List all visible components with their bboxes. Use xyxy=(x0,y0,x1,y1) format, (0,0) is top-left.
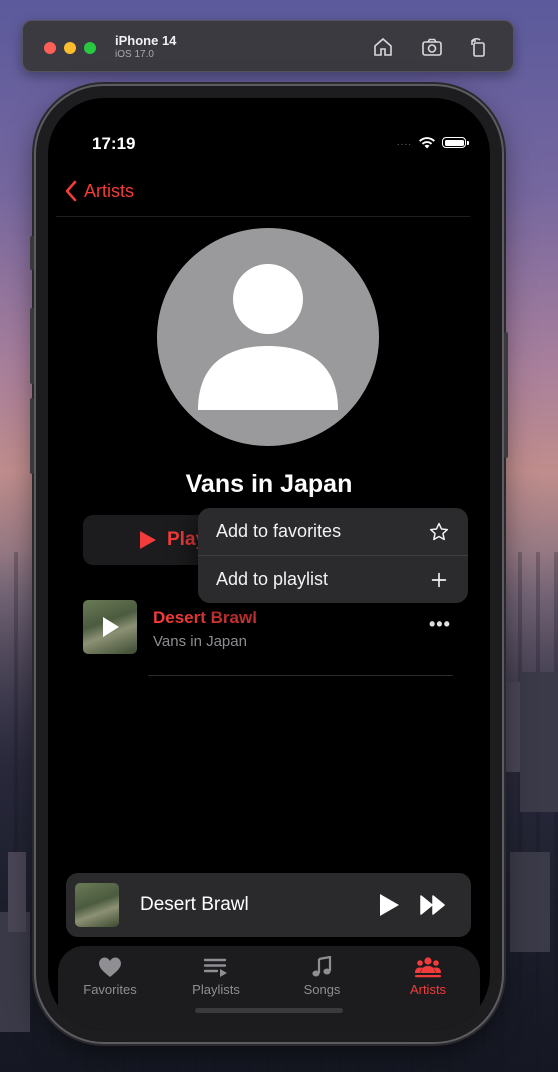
menu-item-label: Add to playlist xyxy=(216,569,329,589)
person-icon xyxy=(198,264,338,410)
device-name: iPhone 14 xyxy=(115,33,177,48)
track-title: Desert Brawl xyxy=(153,608,257,627)
home-icon[interactable] xyxy=(371,35,395,59)
tab-label: Artists xyxy=(409,982,447,997)
list-divider xyxy=(148,675,453,676)
phone-screen: 17:19 .... Artists Vans in Japan Play De… xyxy=(48,98,490,1030)
status-icons: .... xyxy=(396,136,469,149)
menu-item-label: Add to favorites xyxy=(216,521,342,541)
volume-down-button xyxy=(30,398,34,474)
battery-icon xyxy=(442,137,469,148)
tab-favorites[interactable]: Favorites xyxy=(65,956,155,997)
mini-player[interactable]: Desert Brawl xyxy=(66,873,471,937)
silent-switch xyxy=(30,236,34,270)
music-note-icon xyxy=(312,956,332,977)
tab-label: Songs xyxy=(303,982,341,997)
star-icon xyxy=(429,522,449,540)
back-button[interactable]: Artists xyxy=(64,180,134,202)
tab-artists[interactable]: Artists xyxy=(383,956,473,997)
minimize-window-button[interactable] xyxy=(64,42,76,54)
wifi-icon xyxy=(419,137,435,149)
playlist-icon xyxy=(203,958,227,977)
volume-up-button xyxy=(30,308,34,384)
tab-playlists[interactable]: Playlists xyxy=(171,956,261,997)
zoom-window-button[interactable] xyxy=(84,42,96,54)
fast-forward-icon[interactable] xyxy=(420,895,446,915)
artist-name: Vans in Japan xyxy=(185,470,353,498)
nav-divider xyxy=(56,216,470,217)
back-label: Artists xyxy=(84,180,135,201)
cellular-icon: .... xyxy=(396,137,412,148)
play-icon xyxy=(140,531,156,549)
plus-icon xyxy=(431,572,447,587)
tab-bar: Favorites Playlists Songs Artists xyxy=(58,946,480,1030)
screenshot-icon[interactable] xyxy=(420,35,444,59)
track-row[interactable]: Desert Brawl Vans in Japan ••• xyxy=(83,600,453,664)
heart-icon xyxy=(99,957,121,977)
tab-songs[interactable]: Songs xyxy=(277,956,367,997)
play-icon xyxy=(103,617,119,637)
more-options-icon[interactable]: ••• xyxy=(429,614,453,638)
side-button xyxy=(504,332,508,458)
rotate-icon[interactable] xyxy=(466,35,490,59)
track-artist: Vans in Japan xyxy=(153,633,247,650)
menu-item-add-to-favorites[interactable]: Add to favorites xyxy=(198,508,468,555)
home-indicator[interactable] xyxy=(195,1008,343,1013)
iphone-frame: 17:19 .... Artists Vans in Japan Play De… xyxy=(30,86,508,1042)
menu-item-add-to-playlist[interactable]: Add to playlist xyxy=(198,556,468,603)
mini-player-title: Desert Brawl xyxy=(140,894,249,915)
simulator-toolbar: iPhone 14 iOS 17.0 xyxy=(22,20,514,72)
context-menu: Add to favorites Add to playlist xyxy=(198,508,468,603)
mini-player-artwork xyxy=(75,883,119,927)
track-artwork[interactable] xyxy=(83,600,137,654)
device-os-version: iOS 17.0 xyxy=(115,49,154,60)
people-icon xyxy=(415,957,441,978)
chevron-left-icon xyxy=(65,180,77,202)
close-window-button[interactable] xyxy=(44,42,56,54)
tab-label: Favorites xyxy=(83,982,137,997)
artist-avatar xyxy=(157,228,379,446)
play-icon[interactable] xyxy=(380,894,399,916)
status-time: 17:19 xyxy=(92,134,136,153)
tab-label: Playlists xyxy=(192,982,240,997)
